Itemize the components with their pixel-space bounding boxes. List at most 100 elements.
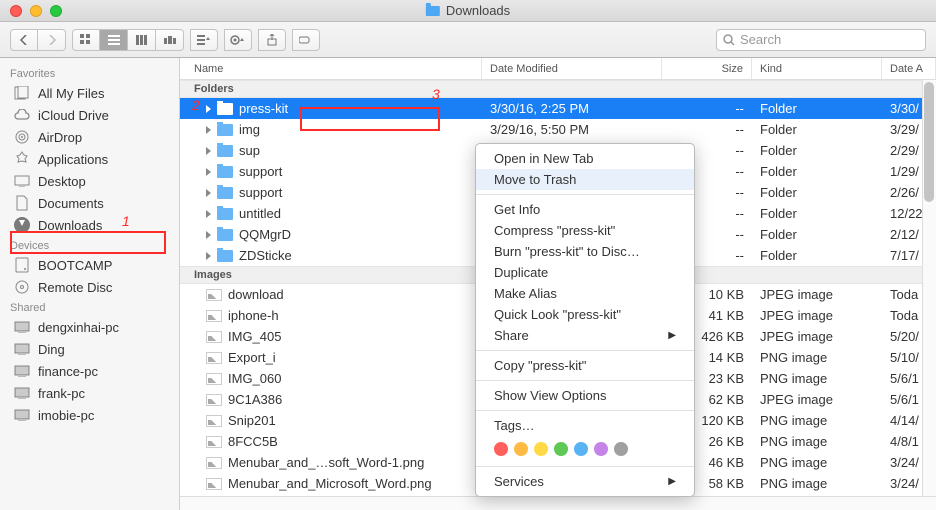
pc-icon bbox=[14, 341, 30, 357]
menu-item-make-alias[interactable]: Make Alias bbox=[476, 283, 694, 304]
menu-item-label: Duplicate bbox=[494, 265, 548, 280]
file-name: 9C1A386 bbox=[228, 392, 282, 407]
column-headers: Name Date Modified Size Kind Date A bbox=[180, 58, 936, 80]
tag-color-dot[interactable] bbox=[514, 442, 528, 456]
menu-item-label: Share bbox=[494, 328, 529, 343]
search-input[interactable]: Search bbox=[716, 29, 926, 51]
back-button[interactable] bbox=[10, 29, 38, 51]
disk-icon bbox=[14, 257, 30, 273]
view-buttons bbox=[72, 29, 184, 51]
menu-item-share[interactable]: Share▶ bbox=[476, 325, 694, 346]
image-icon bbox=[206, 310, 222, 322]
menu-separator bbox=[476, 410, 694, 411]
sidebar-item-applications[interactable]: Applications bbox=[0, 148, 179, 170]
sidebar-item-desktop[interactable]: Desktop bbox=[0, 170, 179, 192]
file-row[interactable]: press-kit3/30/16, 2:25 PM--Folder3/30/ bbox=[180, 98, 936, 119]
file-name: 8FCC5B bbox=[228, 434, 278, 449]
menu-item-compress-press-kit-[interactable]: Compress "press-kit" bbox=[476, 220, 694, 241]
column-date-modified[interactable]: Date Modified bbox=[482, 58, 662, 79]
arrange-button[interactable] bbox=[190, 29, 218, 51]
disclosure-triangle-icon[interactable] bbox=[206, 168, 211, 176]
share-button[interactable] bbox=[258, 29, 286, 51]
sidebar-item-icloud-drive[interactable]: iCloud Drive bbox=[0, 104, 179, 126]
cell-kind: Folder bbox=[752, 248, 882, 263]
sidebar-item-label: All My Files bbox=[38, 86, 104, 101]
menu-item-copy-press-kit-[interactable]: Copy "press-kit" bbox=[476, 355, 694, 376]
file-name: sup bbox=[239, 143, 260, 158]
menu-item-label: Services bbox=[494, 474, 544, 489]
folder-icon bbox=[426, 6, 440, 16]
sidebar-item-dengxinhai-pc[interactable]: dengxinhai-pc bbox=[0, 316, 179, 338]
column-view-button[interactable] bbox=[128, 29, 156, 51]
column-date-added[interactable]: Date A bbox=[882, 58, 936, 79]
cell-size: -- bbox=[662, 101, 752, 116]
disclosure-triangle-icon[interactable] bbox=[206, 210, 211, 218]
minimize-window-button[interactable] bbox=[30, 5, 42, 17]
sidebar-item-all-my-files[interactable]: All My Files bbox=[0, 82, 179, 104]
close-window-button[interactable] bbox=[10, 5, 22, 17]
file-row[interactable]: img3/29/16, 5:50 PM--Folder3/29/ bbox=[180, 119, 936, 140]
column-size[interactable]: Size bbox=[662, 58, 752, 79]
image-icon bbox=[206, 436, 222, 448]
sidebar-item-finance-pc[interactable]: finance-pc bbox=[0, 360, 179, 382]
file-name: untitled bbox=[239, 206, 281, 221]
pc-icon bbox=[14, 385, 30, 401]
sidebar-section-header: Favorites bbox=[0, 64, 179, 82]
sidebar-item-label: BOOTCAMP bbox=[38, 258, 112, 273]
list-view-button[interactable] bbox=[100, 29, 128, 51]
sidebar-item-label: Remote Disc bbox=[38, 280, 112, 295]
image-icon bbox=[206, 457, 222, 469]
coverflow-view-button[interactable] bbox=[156, 29, 184, 51]
sidebar-item-remote-disc[interactable]: Remote Disc bbox=[0, 276, 179, 298]
disclosure-triangle-icon[interactable] bbox=[206, 147, 211, 155]
image-icon bbox=[206, 415, 222, 427]
tag-color-dot[interactable] bbox=[614, 442, 628, 456]
menu-item-tags-[interactable]: Tags… bbox=[476, 415, 694, 436]
menu-item-get-info[interactable]: Get Info bbox=[476, 199, 694, 220]
disclosure-triangle-icon[interactable] bbox=[206, 105, 211, 113]
menu-item-open-in-new-tab[interactable]: Open in New Tab bbox=[476, 148, 694, 169]
vertical-scrollbar[interactable] bbox=[922, 80, 936, 496]
sidebar-item-airdrop[interactable]: AirDrop bbox=[0, 126, 179, 148]
file-name: iphone-h bbox=[228, 308, 279, 323]
action-button[interactable] bbox=[224, 29, 252, 51]
tag-color-dot[interactable] bbox=[554, 442, 568, 456]
menu-item-burn-press-kit-to-disc-[interactable]: Burn "press-kit" to Disc… bbox=[476, 241, 694, 262]
horizontal-scrollbar[interactable] bbox=[180, 496, 936, 510]
menu-item-quick-look-press-kit-[interactable]: Quick Look "press-kit" bbox=[476, 304, 694, 325]
window-controls bbox=[0, 5, 62, 17]
sidebar-item-documents[interactable]: Documents bbox=[0, 192, 179, 214]
tag-color-dot[interactable] bbox=[534, 442, 548, 456]
titlebar: Downloads bbox=[0, 0, 936, 22]
icon-view-button[interactable] bbox=[72, 29, 100, 51]
cell-kind: PNG image bbox=[752, 455, 882, 470]
disclosure-triangle-icon[interactable] bbox=[206, 252, 211, 260]
column-kind[interactable]: Kind bbox=[752, 58, 882, 79]
tags-button[interactable] bbox=[292, 29, 320, 51]
disclosure-triangle-icon[interactable] bbox=[206, 231, 211, 239]
sidebar-item-downloads[interactable]: Downloads bbox=[0, 214, 179, 236]
tag-color-dot[interactable] bbox=[574, 442, 588, 456]
image-icon bbox=[206, 394, 222, 406]
sidebar-item-imobie-pc[interactable]: imobie-pc bbox=[0, 404, 179, 426]
menu-separator bbox=[476, 194, 694, 195]
menu-item-duplicate[interactable]: Duplicate bbox=[476, 262, 694, 283]
file-name: Menubar_and_…soft_Word-1.png bbox=[228, 455, 424, 470]
disclosure-triangle-icon[interactable] bbox=[206, 189, 211, 197]
sidebar-item-bootcamp[interactable]: BOOTCAMP bbox=[0, 254, 179, 276]
menu-item-move-to-trash[interactable]: Move to Trash bbox=[476, 169, 694, 190]
tag-color-dot[interactable] bbox=[594, 442, 608, 456]
tag-color-dot[interactable] bbox=[494, 442, 508, 456]
menu-item-services[interactable]: Services▶ bbox=[476, 471, 694, 492]
cell-kind: JPEG image bbox=[752, 308, 882, 323]
sidebar-item-ding[interactable]: Ding bbox=[0, 338, 179, 360]
sidebar-item-label: imobie-pc bbox=[38, 408, 94, 423]
disclosure-triangle-icon[interactable] bbox=[206, 126, 211, 134]
column-name[interactable]: Name bbox=[180, 58, 482, 79]
menu-item-label: Make Alias bbox=[494, 286, 557, 301]
sidebar-item-frank-pc[interactable]: frank-pc bbox=[0, 382, 179, 404]
menu-item-show-view-options[interactable]: Show View Options bbox=[476, 385, 694, 406]
forward-button[interactable] bbox=[38, 29, 66, 51]
context-menu: Open in New TabMove to Trash Get InfoComp… bbox=[475, 143, 695, 497]
zoom-window-button[interactable] bbox=[50, 5, 62, 17]
